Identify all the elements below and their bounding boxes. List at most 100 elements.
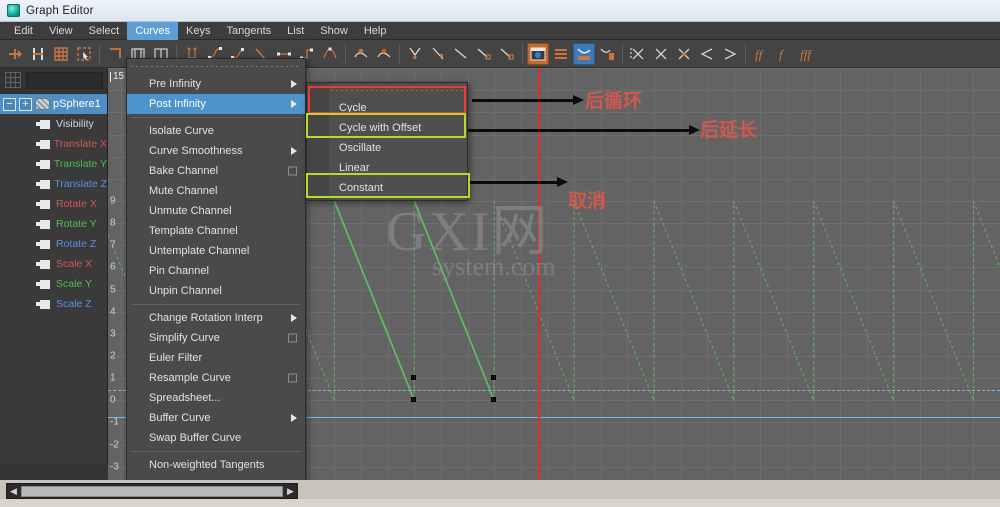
channel-row[interactable]: Translate Y xyxy=(0,154,107,174)
post-infinity-item-oscillate[interactable]: Oscillate xyxy=(307,138,467,158)
menu-help[interactable]: Help xyxy=(356,22,395,40)
region-tool-icon[interactable] xyxy=(73,43,95,65)
curve-cycle-icon[interactable] xyxy=(673,43,695,65)
post-infinity-item-cycle-with-offset[interactable]: Cycle with Offset xyxy=(307,118,467,138)
curves-menu-item-isolate-curve[interactable]: Isolate Curve xyxy=(127,121,305,141)
menu-item-label: Non-weighted Tangents xyxy=(149,459,265,471)
curves-menu-item-spreadsheet[interactable]: Spreadsheet... xyxy=(127,388,305,408)
curves-menu-item-pin-channel[interactable]: Pin Channel xyxy=(127,261,305,281)
unmuted-curve-icon[interactable]: f xyxy=(773,43,795,65)
option-box-icon[interactable] xyxy=(288,373,297,383)
time-range-list-icon[interactable] xyxy=(550,43,572,65)
menu-item-label: Change Rotation Interp xyxy=(149,312,263,324)
channel-row[interactable]: Rotate X xyxy=(0,194,107,214)
curves-menu-item-swap-buffer-curve[interactable]: Swap Buffer Curve xyxy=(127,428,305,448)
curves-menu-item-curve-smoothness[interactable]: Curve Smoothness xyxy=(127,141,305,161)
keyframe-marker[interactable] xyxy=(411,397,417,403)
option-box-icon[interactable] xyxy=(288,333,297,343)
curves-menu-item-bake-channel[interactable]: Bake Channel xyxy=(127,161,305,181)
lock-tangent-icon[interactable] xyxy=(496,43,518,65)
snap-grid-icon[interactable] xyxy=(50,43,72,65)
curves-menu-item-non-weighted-tangents[interactable]: Non-weighted Tangents xyxy=(127,455,305,475)
buffer-curve-snapshot-icon[interactable] xyxy=(350,43,372,65)
menu-select[interactable]: Select xyxy=(81,22,128,40)
channel-row[interactable]: Translate X xyxy=(0,134,107,154)
curves-menu-item-change-rotation-interp[interactable]: Change Rotation Interp xyxy=(127,308,305,328)
submenu-tearoff-handle[interactable] xyxy=(311,86,463,95)
search-input[interactable] xyxy=(26,72,103,89)
curves-menu-item-simplify-curve[interactable]: Simplify Curve xyxy=(127,328,305,348)
menu-curves[interactable]: Curves xyxy=(127,21,179,40)
move-nearest-picked-key-icon[interactable] xyxy=(4,43,26,65)
curves-menu-item-pre-infinity[interactable]: Pre Infinity xyxy=(127,74,305,94)
maya-app-icon xyxy=(7,4,20,17)
post-infinity-submenu[interactable]: Cycle Cycle with Offset Oscillate Linear Con… xyxy=(306,82,468,201)
expand-icon[interactable]: + xyxy=(19,97,32,111)
normalize-curves-icon[interactable] xyxy=(573,42,595,65)
outliner-selected-object-row[interactable]: − + pSphere1 xyxy=(0,94,107,114)
menu-show[interactable]: Show xyxy=(312,22,356,40)
channel-row[interactable]: Rotate Y xyxy=(0,214,107,234)
channel-label: Scale X xyxy=(56,258,93,270)
grid-icon[interactable] xyxy=(5,72,21,88)
keyframe-marker[interactable] xyxy=(491,375,497,381)
keyframe-marker[interactable] xyxy=(411,375,417,381)
channel-row[interactable]: Scale Y xyxy=(0,274,107,294)
collapse-icon[interactable]: − xyxy=(3,97,16,111)
channel-row[interactable]: Visibility xyxy=(0,114,107,134)
auto-load-graph-editor-icon[interactable] xyxy=(527,42,549,65)
swap-buffer-curve-icon[interactable] xyxy=(373,43,395,65)
post-infinity-item-constant[interactable]: Constant xyxy=(307,178,467,198)
menu-list[interactable]: List xyxy=(279,22,312,40)
curves-menu-item-post-infinity[interactable]: Post Infinity xyxy=(127,94,305,114)
post-infinity-cycle-icon[interactable] xyxy=(650,43,672,65)
channel-row[interactable]: Translate Z xyxy=(0,174,107,194)
menu-view[interactable]: View xyxy=(41,22,81,40)
plateau-tangent-icon[interactable] xyxy=(319,43,341,65)
menu-item-label: Bake Channel xyxy=(149,165,219,177)
denormalize-curves-icon[interactable] xyxy=(596,43,618,65)
curves-menu[interactable]: Pre Infinity Post Infinity Isolate Curve Cu… xyxy=(126,58,306,498)
menu-edit[interactable]: Edit xyxy=(6,22,41,40)
chevron-right-icon xyxy=(291,80,297,88)
menu-keys[interactable]: Keys xyxy=(178,22,218,40)
pre-infinity-constant-icon[interactable] xyxy=(696,43,718,65)
svg-text:ff: ff xyxy=(755,47,765,62)
muted-curve-icon[interactable]: ff xyxy=(750,43,772,65)
curves-menu-item-untemplate-channel[interactable]: Untemplate Channel xyxy=(127,241,305,261)
svg-text:fff: fff xyxy=(800,47,813,62)
channel-row[interactable]: Scale X xyxy=(0,254,107,274)
curves-menu-item-resample-curve[interactable]: Resample Curve xyxy=(127,368,305,388)
keyframe-marker[interactable] xyxy=(491,397,497,403)
post-infinity-item-cycle[interactable]: Cycle xyxy=(307,98,467,118)
curves-menu-item-euler-filter[interactable]: Euler Filter xyxy=(127,348,305,368)
free-tangent-weight-icon[interactable] xyxy=(450,43,472,65)
horizontal-scrollbar[interactable]: ◀ ▶ xyxy=(6,483,298,499)
post-infinity-item-linear[interactable]: Linear xyxy=(307,158,467,178)
menu-item-label: Euler Filter xyxy=(149,352,203,364)
menu-tearoff-handle[interactable] xyxy=(131,62,301,71)
channel-row[interactable]: Scale Z xyxy=(0,294,107,314)
insert-key-icon[interactable] xyxy=(27,43,49,65)
menu-item-label: Unpin Channel xyxy=(149,285,222,297)
outliner-scroll-area[interactable] xyxy=(0,464,108,480)
menu-item-label: Buffer Curve xyxy=(149,412,211,424)
scroll-left-arrow[interactable]: ◀ xyxy=(7,486,20,497)
break-tangents-icon[interactable] xyxy=(404,43,426,65)
curves-menu-item-buffer-curve[interactable]: Buffer Curve xyxy=(127,408,305,428)
unify-tangents-icon[interactable] xyxy=(427,43,449,65)
scroll-right-arrow[interactable]: ▶ xyxy=(284,486,297,497)
smooth-curve-icon[interactable]: fff xyxy=(796,43,818,65)
frame-all-icon[interactable] xyxy=(104,43,126,65)
scrollbar-thumb[interactable] xyxy=(21,485,283,497)
channel-row[interactable]: Rotate Z xyxy=(0,234,107,254)
lock-tangent-weight-icon[interactable] xyxy=(473,43,495,65)
option-box-icon[interactable] xyxy=(288,166,297,176)
curves-menu-item-mute-channel[interactable]: Mute Channel xyxy=(127,181,305,201)
post-infinity-constant-icon[interactable] xyxy=(719,43,741,65)
curves-menu-item-unmute-channel[interactable]: Unmute Channel xyxy=(127,201,305,221)
curves-menu-item-template-channel[interactable]: Template Channel xyxy=(127,221,305,241)
curves-menu-item-unpin-channel[interactable]: Unpin Channel xyxy=(127,281,305,301)
pre-infinity-cycle-icon[interactable] xyxy=(627,43,649,65)
menu-tangents[interactable]: Tangents xyxy=(219,22,280,40)
